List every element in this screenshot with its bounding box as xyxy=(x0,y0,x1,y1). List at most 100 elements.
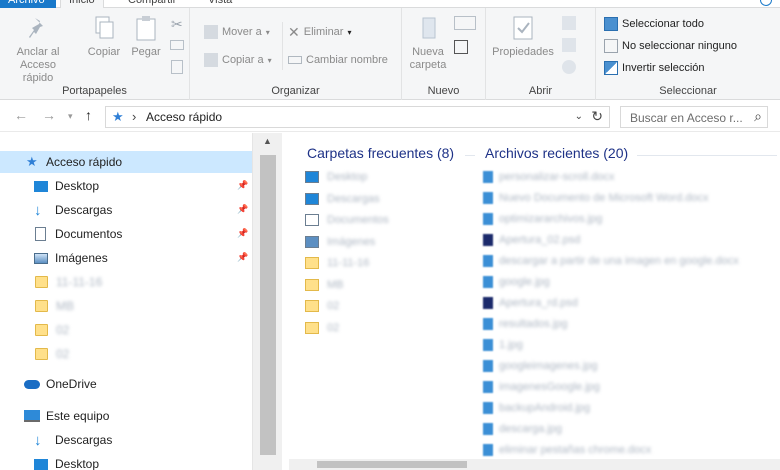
list-item[interactable]: 11-11-16 xyxy=(305,253,369,273)
list-item[interactable]: Apertura_rd.psd xyxy=(483,293,578,313)
chevron-down-icon[interactable]: ⌄ xyxy=(575,111,583,122)
up-button[interactable]: ↑ xyxy=(85,107,92,123)
delete-button[interactable]: ✕ Eliminar ▾ xyxy=(288,22,351,42)
sidebar-item-downloads[interactable]: ↓ Descargas 📌 xyxy=(0,199,252,221)
recent-locations-icon[interactable]: ▾ xyxy=(68,111,73,122)
sidebar-item-quick-access[interactable]: ★ Acceso rápido xyxy=(0,151,252,173)
horizontal-scrollbar[interactable] xyxy=(289,459,780,470)
easy-access-icon[interactable] xyxy=(454,40,468,54)
library-icon xyxy=(305,171,319,183)
list-item-label: 11-11-16 xyxy=(327,257,370,269)
list-item[interactable]: eliminar pestañas chrome.docx xyxy=(483,440,651,460)
sidebar-item-pc-desktop[interactable]: Desktop xyxy=(0,453,252,470)
properties-button[interactable]: Propiedades xyxy=(490,14,556,59)
list-item[interactable]: descargar a partir de una imagen en goog… xyxy=(483,251,739,271)
paste-shortcut-icon[interactable] xyxy=(171,60,183,74)
list-item[interactable]: 02 xyxy=(305,318,339,338)
pin-icon[interactable]: 📌 xyxy=(237,180,248,191)
sidebar-item-folder[interactable]: 02 xyxy=(0,319,252,341)
select-none-button[interactable]: No seleccionar ninguno xyxy=(604,36,737,56)
rename-button[interactable]: Cambiar nombre xyxy=(288,50,388,70)
move-icon xyxy=(204,25,218,39)
list-item[interactable]: googleimagenes.jpg xyxy=(483,356,597,376)
tab-file[interactable]: Archivo xyxy=(0,0,56,8)
back-button[interactable]: ← xyxy=(14,107,28,123)
file-icon xyxy=(483,255,493,267)
list-item[interactable]: descarga.jpg xyxy=(483,419,562,439)
forward-button[interactable]: → xyxy=(42,107,56,123)
refresh-icon[interactable]: ↻ xyxy=(591,108,603,125)
sidebar-item-pictures[interactable]: Imágenes 📌 xyxy=(0,247,252,269)
pin-icon[interactable]: 📌 xyxy=(237,228,248,239)
file-icon xyxy=(483,360,493,372)
open-icon[interactable] xyxy=(562,16,576,30)
properties-icon xyxy=(510,14,536,42)
frequent-folders-header[interactable]: Carpetas frecuentes (8) xyxy=(307,145,454,161)
pin-icon[interactable]: 📌 xyxy=(237,204,248,215)
search-icon[interactable]: ⌕ xyxy=(754,108,762,125)
navigation-bar: ← → ▾ ↑ ★ › Acceso rápido ⌄ ↻ Buscar en … xyxy=(0,100,780,132)
history-icon[interactable] xyxy=(562,60,576,74)
sidebar-item-onedrive[interactable]: OneDrive xyxy=(0,373,252,395)
new-folder-button[interactable]: Nueva carpeta xyxy=(406,14,450,72)
pin-quick-access-button[interactable]: Anclar al Acceso rápido xyxy=(6,14,70,85)
copy-icon xyxy=(91,14,117,42)
sidebar-item-desktop[interactable]: Desktop 📌 xyxy=(0,175,252,197)
star-icon: ★ xyxy=(26,154,38,169)
copy-button[interactable]: Copiar xyxy=(86,14,122,59)
tab-share[interactable]: Compartir xyxy=(120,0,184,8)
list-item[interactable]: 1.jpg xyxy=(483,335,523,355)
invert-selection-button[interactable]: Invertir selección xyxy=(604,58,705,78)
sidebar-item-pc-downloads[interactable]: ↓ Descargas xyxy=(0,429,252,451)
list-item[interactable]: Nuevo Documento de Microsoft Word.docx xyxy=(483,188,709,208)
help-icon[interactable] xyxy=(760,0,772,6)
paste-button[interactable]: Pegar xyxy=(128,14,164,59)
file-icon xyxy=(483,381,493,393)
list-item[interactable]: Desktop xyxy=(305,167,367,187)
group-open: Propiedades Abrir xyxy=(486,8,596,100)
sidebar-item-documents[interactable]: Documentos 📌 xyxy=(0,223,252,245)
sidebar-scrollbar[interactable]: ▲ xyxy=(252,133,282,470)
sidebar-item-folder[interactable]: 02 xyxy=(0,343,252,365)
list-item[interactable]: resultados.jpg xyxy=(483,314,568,334)
pin-icon[interactable]: 📌 xyxy=(237,252,248,263)
list-item[interactable]: MB xyxy=(305,275,344,295)
address-bar[interactable]: ★ › Acceso rápido ⌄ ↻ xyxy=(105,106,610,128)
pin-icon xyxy=(25,14,51,42)
select-all-button[interactable]: Seleccionar todo xyxy=(604,14,704,34)
list-item[interactable]: optimizararchivos.jpg xyxy=(483,209,602,229)
sidebar-item-label: MB xyxy=(56,299,74,313)
file-icon xyxy=(483,276,493,288)
breadcrumb[interactable]: Acceso rápido xyxy=(146,110,222,124)
open-group-label: Abrir xyxy=(528,85,553,97)
sidebar-item-folder[interactable]: MB xyxy=(0,295,252,317)
list-item[interactable]: Imágenes xyxy=(305,232,375,252)
copy-label: Copiar xyxy=(87,46,121,58)
tab-view[interactable]: Vista xyxy=(200,0,240,8)
copy-to-button[interactable]: Copiar a ▾ xyxy=(204,50,272,70)
cut-icon[interactable]: ✂ xyxy=(171,16,183,33)
copy-path-icon[interactable] xyxy=(170,40,184,50)
list-item[interactable]: personalizar-scroll.docx xyxy=(483,167,615,187)
sidebar-item-folder[interactable]: 11-11-16 xyxy=(0,271,252,293)
list-item[interactable]: Documentos xyxy=(305,210,389,230)
list-item[interactable]: google.jpg xyxy=(483,272,550,292)
list-item[interactable]: backupAndroid.jpg xyxy=(483,398,590,418)
list-item[interactable]: Apertura_02.psd xyxy=(483,230,580,250)
group-new: Nueva carpeta Nuevo xyxy=(402,8,486,100)
search-input[interactable]: Buscar en Acceso r... ⌕ xyxy=(620,106,768,128)
scroll-up-icon[interactable]: ▲ xyxy=(263,136,272,146)
list-item[interactable]: imagenesGoogle.jpg xyxy=(483,377,600,397)
list-item[interactable]: Descargas xyxy=(305,189,380,209)
scrollbar-thumb[interactable] xyxy=(317,461,467,468)
sidebar-item-this-pc[interactable]: Este equipo xyxy=(0,405,252,427)
edit-icon[interactable] xyxy=(562,38,576,52)
scrollbar-thumb[interactable] xyxy=(260,155,276,455)
list-item[interactable]: 02 xyxy=(305,296,339,316)
ribbon-tabs: Archivo Inicio Compartir Vista xyxy=(0,0,780,9)
list-item-label: imagenesGoogle.jpg xyxy=(499,381,600,393)
new-item-icon[interactable] xyxy=(454,16,476,30)
move-to-button[interactable]: Mover a ▾ xyxy=(204,22,270,42)
rename-icon xyxy=(288,56,302,64)
recent-files-header[interactable]: Archivos recientes (20) xyxy=(485,145,628,161)
